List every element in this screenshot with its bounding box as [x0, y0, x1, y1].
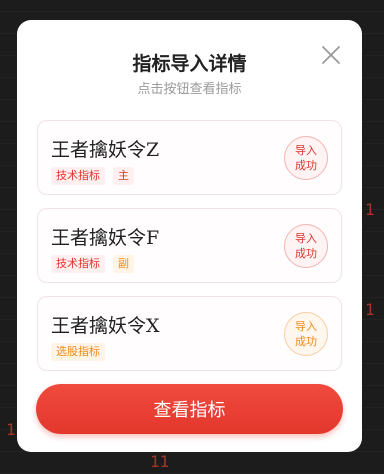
tag-list: 选股指标: [51, 343, 105, 361]
modal-title: 指标导入详情: [132, 54, 247, 75]
indicator-name: 王者擒妖令X: [51, 315, 160, 337]
close-icon: [322, 46, 340, 64]
import-details-modal: 指标导入详情 点击按钮查看指标 王者擒妖令Z 技术指标 主 导入 成功 王者擒妖…: [17, 20, 362, 452]
status-line: 成功: [295, 335, 317, 348]
indicator-name: 王者擒妖令F: [51, 227, 160, 249]
tag-role: 副: [113, 255, 134, 273]
status-line: 导入: [295, 144, 317, 157]
background-number: 1: [365, 300, 375, 319]
status-line: 成功: [295, 159, 317, 172]
tag-list: 技术指标 主: [51, 167, 134, 185]
close-button[interactable]: [320, 44, 342, 66]
background-number: 1: [365, 200, 375, 219]
tag-indicator-type: 选股指标: [51, 343, 105, 361]
tag-role: 主: [113, 167, 134, 185]
tag-indicator-type: 技术指标: [51, 167, 105, 185]
status-line: 导入: [295, 232, 317, 245]
import-status-badge: 导入 成功: [284, 312, 328, 356]
background-number: 11: [150, 452, 170, 471]
tag-list: 技术指标 副: [51, 255, 134, 273]
indicator-card: 王者擒妖令F 技术指标 副 导入 成功: [37, 208, 342, 283]
import-status-badge: 导入 成功: [284, 136, 328, 180]
modal-subtitle: 点击按钮查看指标: [137, 82, 242, 97]
status-line: 成功: [295, 247, 317, 260]
view-indicators-button[interactable]: 查看指标: [36, 384, 343, 434]
indicator-card: 王者擒妖令Z 技术指标 主 导入 成功: [37, 120, 342, 195]
indicator-name: 王者擒妖令Z: [51, 139, 160, 161]
indicator-card: 王者擒妖令X 选股指标 导入 成功: [37, 296, 342, 371]
status-line: 导入: [295, 320, 317, 333]
import-status-badge: 导入 成功: [284, 224, 328, 268]
tag-indicator-type: 技术指标: [51, 255, 105, 273]
